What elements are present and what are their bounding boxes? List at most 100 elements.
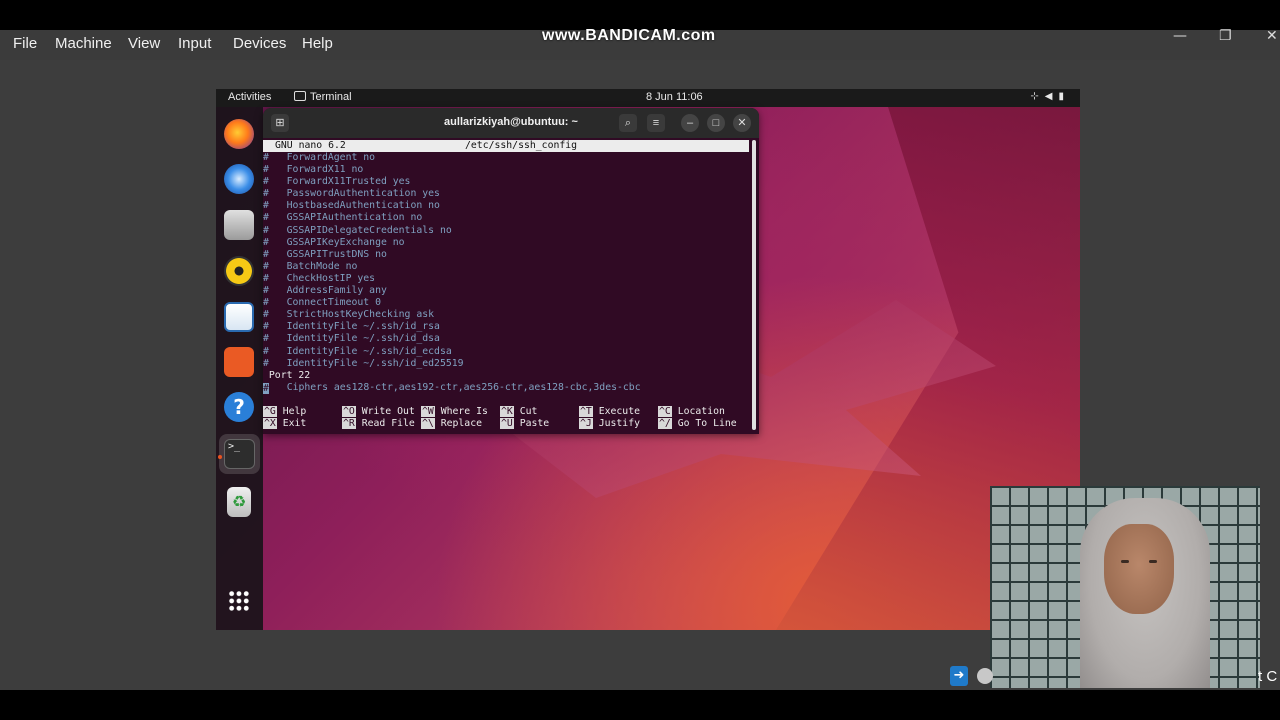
search-icon[interactable]: ⌕: [619, 114, 637, 132]
restore-icon[interactable]: ❐: [1219, 28, 1232, 44]
terminal-app-icon: [294, 91, 306, 101]
system-tray[interactable]: ⊹◀▮: [1030, 91, 1070, 102]
shortcut-execute[interactable]: ^T Execute: [579, 406, 640, 418]
firefox-icon[interactable]: [224, 119, 254, 149]
nano-version: GNU nano 6.2: [275, 140, 346, 151]
shortcut-key: ^K: [500, 406, 514, 417]
shortcut-key: ^/: [658, 418, 672, 429]
buffer-line: # BatchMode no: [263, 260, 358, 272]
terminal-window[interactable]: ⊞ aullarizkiyah@ubuntuu: ~ ⌕ ≡ – □ ✕ GNU…: [263, 108, 759, 434]
menu-machine[interactable]: Machine: [55, 35, 112, 52]
shortcut-key: ^X: [263, 418, 277, 429]
shortcut-label: Help: [282, 406, 307, 417]
running-indicator: [218, 455, 222, 459]
buffer-line: # IdentityFile ~/.ssh/id_ecdsa: [263, 345, 452, 357]
shortcut-key: ^C: [658, 406, 672, 417]
shortcut-read-file[interactable]: ^R Read File: [342, 418, 415, 430]
shortcut-label: Exit: [282, 418, 307, 429]
shortcut-key: ^J: [579, 418, 593, 429]
shortcut-key: ^U: [500, 418, 514, 429]
files-icon[interactable]: [224, 210, 254, 240]
help-icon[interactable]: ?: [224, 392, 254, 422]
window-maximize-icon[interactable]: □: [707, 114, 725, 132]
shortcut-label: Read File: [361, 418, 415, 429]
activities-button[interactable]: Activities: [228, 91, 271, 103]
shortcut-label: Go To Line: [677, 418, 737, 429]
window-close-icon[interactable]: ✕: [733, 114, 751, 132]
presenter-face: [1104, 524, 1174, 614]
shortcut-key: ^G: [263, 406, 277, 417]
close-icon[interactable]: ✕: [1266, 28, 1278, 44]
shortcut-label: Paste: [519, 418, 550, 429]
buffer-line-ciphers: # Ciphers aes128-ctr,aes192-ctr,aes256-c…: [263, 382, 749, 394]
buffer-line: # AddressFamily any: [263, 285, 387, 297]
terminal-icon[interactable]: >_: [224, 439, 255, 469]
menu-devices[interactable]: Devices: [233, 35, 286, 52]
ubuntu-dock: ? >_ ♻: [216, 107, 263, 630]
shortcut-key: ^T: [579, 406, 593, 417]
shortcut-write-out[interactable]: ^O Write Out: [342, 406, 415, 418]
menu-file[interactable]: File: [13, 35, 37, 52]
terminal-headerbar[interactable]: ⊞ aullarizkiyah@ubuntuu: ~ ⌕ ≡ – □ ✕: [263, 108, 759, 138]
shortcut-justify[interactable]: ^J Justify: [579, 418, 640, 430]
ciphers-text: Ciphers aes128-ctr,aes192-ctr,aes256-ctr…: [269, 381, 641, 393]
terminal-scrollbar[interactable]: [752, 140, 756, 430]
shortcut-location[interactable]: ^C Location: [658, 406, 725, 418]
shortcut-exit[interactable]: ^X Exit: [263, 418, 306, 430]
buffer-line: # GSSAPIAuthentication no: [263, 212, 423, 224]
buffer-line: # IdentityFile ~/.ssh/id_dsa: [263, 333, 440, 345]
shortcut-replace[interactable]: ^\ Replace: [421, 418, 482, 430]
show-applications-icon[interactable]: [228, 590, 250, 612]
rhythmbox-icon[interactable]: [224, 256, 254, 286]
menu-view[interactable]: View: [128, 35, 160, 52]
shortcut-where-is[interactable]: ^W Where Is: [421, 406, 488, 418]
hamburger-menu-icon[interactable]: ≡: [647, 114, 665, 132]
app-center-icon[interactable]: [224, 347, 254, 377]
buffer-line: # IdentityFile ~/.ssh/id_ed25519: [263, 357, 464, 369]
shortcut-label: Where Is: [440, 406, 488, 417]
menu-input[interactable]: Input: [178, 35, 211, 52]
buffer-line: # GSSAPIDelegateCredentials no: [263, 224, 452, 236]
app-menu-label: Terminal: [310, 91, 352, 103]
battery-icon: ▮: [1058, 91, 1070, 102]
minimize-icon[interactable]: —: [1173, 28, 1187, 44]
taskbar-app-icon[interactable]: ➜: [950, 666, 968, 686]
buffer-line: # ForwardAgent no: [263, 152, 376, 163]
thunderbird-icon[interactable]: [224, 164, 254, 194]
nano-titlebar: GNU nano 6.2 /etc/ssh/ssh_config: [263, 140, 749, 152]
presenter-eye: [1121, 560, 1129, 563]
shortcut-cut[interactable]: ^K Cut: [500, 406, 537, 418]
nano-buffer[interactable]: # ForwardAgent no # ForwardX11 no # Forw…: [263, 152, 749, 394]
shortcut-label: Justify: [598, 418, 640, 429]
window-minimize-icon[interactable]: –: [681, 114, 699, 132]
buffer-line: # CheckHostIP yes: [263, 272, 376, 284]
app-menu-terminal[interactable]: Terminal: [294, 91, 352, 103]
buffer-line: # HostbasedAuthentication no: [263, 200, 440, 212]
libreoffice-writer-icon[interactable]: [224, 302, 254, 332]
shortcut-label: Replace: [440, 418, 482, 429]
webcam-overlay: [990, 486, 1260, 688]
shortcut-label: Execute: [598, 406, 640, 417]
menu-help[interactable]: Help: [302, 35, 333, 52]
gnome-topbar: Activities Terminal 8 Jun 11:06 ⊹◀▮: [216, 89, 1080, 107]
buffer-line: # PasswordAuthentication yes: [263, 188, 440, 200]
shortcut-label: Location: [677, 406, 725, 417]
buffer-line: # ForwardX11Trusted yes: [263, 176, 411, 188]
shortcut-paste[interactable]: ^U Paste: [500, 418, 549, 430]
buffer-line: # ForwardX11 no: [263, 164, 364, 176]
trash-icon[interactable]: ♻: [227, 487, 251, 517]
buffer-line: # GSSAPITrustDNS no: [263, 248, 387, 260]
clock[interactable]: 8 Jun 11:06: [646, 91, 703, 103]
buffer-line: # IdentityFile ~/.ssh/id_rsa: [263, 321, 440, 333]
shortcut-key: ^W: [421, 406, 435, 417]
bottom-right-text: t C: [1258, 668, 1278, 685]
shortcut-key: ^\: [421, 418, 435, 429]
nano-editor[interactable]: GNU nano 6.2 /etc/ssh/ssh_config # Forwa…: [263, 138, 759, 434]
volume-icon: ◀: [1044, 91, 1059, 102]
taskbar-circle-icon[interactable]: [977, 668, 993, 684]
shortcut-key: ^O: [342, 406, 356, 417]
nano-filename: /etc/ssh/ssh_config: [465, 140, 578, 151]
shortcut-go-to-line[interactable]: ^/ Go To Line: [658, 418, 737, 430]
host-menubar: File Machine View Input Devices Help www…: [0, 27, 1280, 60]
shortcut-help[interactable]: ^G Help: [263, 406, 306, 418]
